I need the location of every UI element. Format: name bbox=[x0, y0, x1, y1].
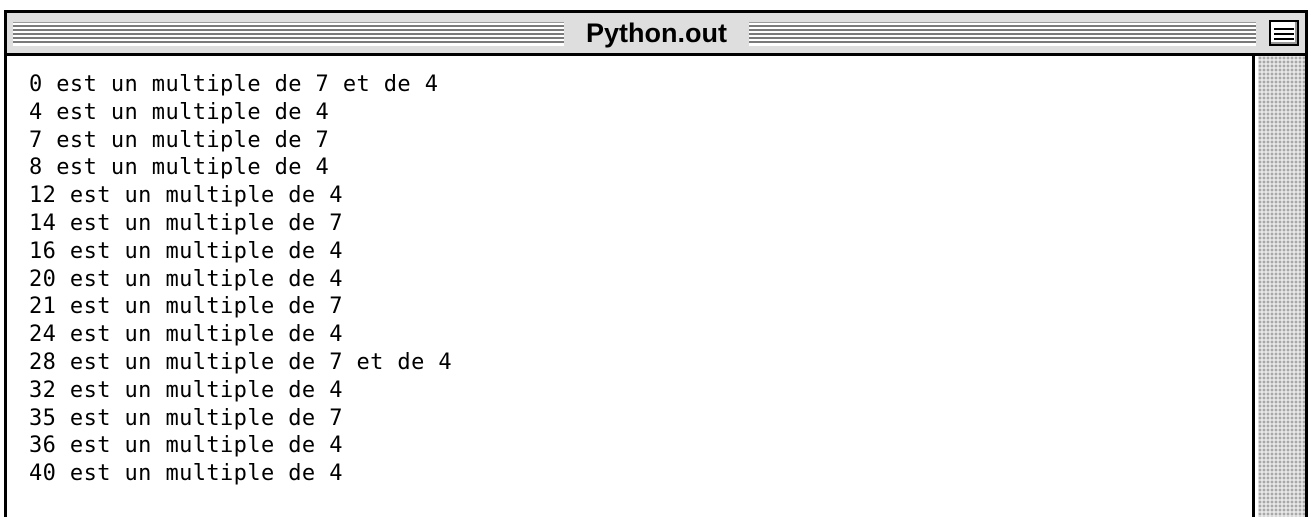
window-titlebar[interactable]: Python.out bbox=[7, 13, 1305, 56]
window-title: Python.out bbox=[586, 18, 727, 48]
output-line: 24 est un multiple de 4 bbox=[29, 322, 343, 348]
output-line: 36 est un multiple de 4 bbox=[29, 433, 343, 459]
output-line: 21 est un multiple de 7 bbox=[29, 294, 343, 320]
collapse-bar-icon bbox=[1274, 38, 1294, 40]
output-line: 35 est un multiple de 7 bbox=[29, 405, 343, 431]
output-line: 16 est un multiple de 4 bbox=[29, 238, 343, 264]
output-lines: 0 est un multiple de 7 et de 4 4 est un … bbox=[7, 56, 1252, 488]
output-line: 4 est un multiple de 4 bbox=[29, 99, 330, 125]
output-line: 20 est un multiple de 4 bbox=[29, 266, 343, 292]
collapse-bar-icon bbox=[1274, 33, 1294, 35]
output-line: 12 est un multiple de 4 bbox=[29, 183, 343, 209]
output-line: 40 est un multiple de 4 bbox=[29, 461, 343, 487]
window-collapse-icon[interactable] bbox=[1269, 20, 1299, 46]
vertical-scrollbar[interactable] bbox=[1258, 56, 1305, 517]
output-line: 28 est un multiple de 7 et de 4 bbox=[29, 349, 452, 375]
titlebar-stripes-right bbox=[749, 22, 1256, 46]
titlebar-stripes-left bbox=[13, 22, 564, 46]
collapse-bar-icon bbox=[1274, 28, 1294, 30]
output-line: 32 est un multiple de 4 bbox=[29, 377, 343, 403]
output-line: 7 est un multiple de 7 bbox=[29, 127, 330, 153]
output-line: 8 est un multiple de 4 bbox=[29, 155, 330, 181]
output-line: 0 est un multiple de 7 et de 4 bbox=[29, 72, 439, 97]
output-line: 14 est un multiple de 7 bbox=[29, 210, 343, 236]
python-output-window: Python.out 0 est un multiple de 7 et de … bbox=[4, 10, 1308, 517]
output-text-area[interactable]: 0 est un multiple de 7 et de 4 4 est un … bbox=[7, 56, 1255, 517]
